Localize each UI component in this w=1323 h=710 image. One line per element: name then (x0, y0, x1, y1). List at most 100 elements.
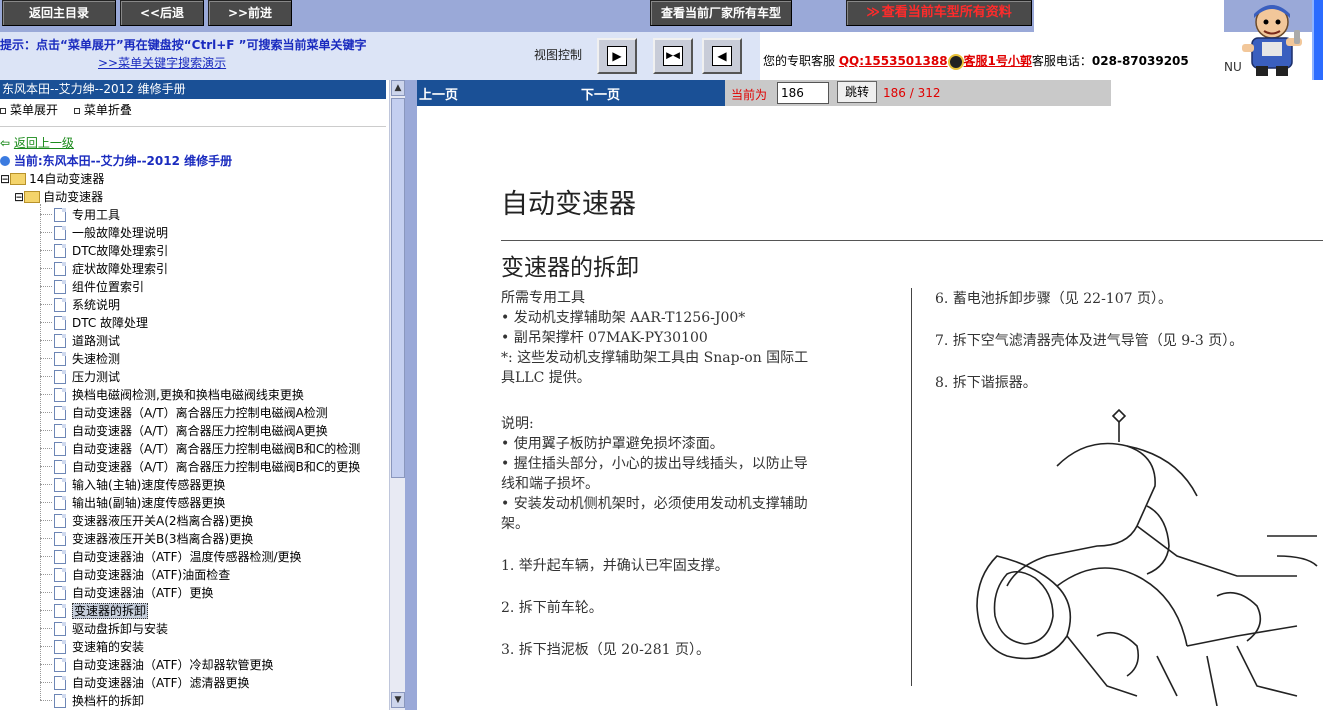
tree-item-label: 换档电磁阀检测,更换和换档电磁阀线束更换 (72, 388, 304, 402)
document-icon (54, 622, 66, 636)
back-button[interactable]: <<后退 (120, 0, 204, 26)
menu-title: 东风本田--艾力绅--2012 维修手册 (0, 80, 386, 99)
document-icon (54, 478, 66, 492)
info-row: 提示：点击“菜单展开”再在键盘按“Ctrl+F ”可搜索当前菜单关键字 >>菜单… (0, 32, 1323, 80)
customer-service: 您的专职客服 QQ:1553501388 客服1号小郭客服电话：028-87039… (763, 52, 1189, 70)
tree-item[interactable]: 输出轴(副轴)速度传感器更换 (40, 494, 225, 512)
column-divider (911, 288, 912, 686)
view-split-button[interactable]: ▶◀ (653, 38, 693, 74)
tree-item[interactable]: 失速检测 (40, 350, 120, 368)
menu-collapse[interactable]: 菜单折叠 (73, 103, 132, 117)
model-data-button[interactable]: ≫ 查看当前车型所有资料 (846, 0, 1032, 26)
doc-right-column: 6. 蓄电池拆卸步骤（见 22-107 页）。 7. 拆下空气滤清器壳体及进气导… (935, 288, 1323, 414)
tree-item[interactable]: 组件位置索引 (40, 278, 144, 296)
side-tab[interactable] (1312, 0, 1323, 80)
prev-page-link[interactable]: 上一页 (419, 84, 458, 103)
step-item: 7. 拆下空气滤清器壳体及进气导管（见 9-3 页）。 (935, 333, 1244, 349)
tree-item[interactable]: DTC故障处理索引 (40, 242, 168, 260)
tree-item[interactable]: 道路测试 (40, 332, 120, 350)
tree-back-row[interactable]: ⇦ 返回上一级 (0, 134, 74, 152)
phone-label: 客服电话： (1031, 54, 1092, 68)
tree-item[interactable]: 一般故障处理说明 (40, 224, 168, 242)
document-icon (54, 676, 66, 690)
tree-item-label: 症状故障处理索引 (72, 262, 169, 276)
tree-item-label: 自动变速器（A/T）离合器压力控制电磁阀A更换 (72, 424, 328, 438)
tree-item[interactable]: 变速器液压开关B(3档离合器)更换 (40, 530, 253, 548)
scroll-down-icon[interactable]: ▼ (391, 692, 405, 708)
globe-icon (0, 156, 10, 166)
menu-scrollbar[interactable]: ▲ ▼ (389, 80, 405, 710)
tree-item[interactable]: 变速器液压开关A(2档离合器)更换 (40, 512, 253, 530)
tree-item[interactable]: 系统说明 (40, 296, 120, 314)
step-item: 6. 蓄电池拆卸步骤（见 22-107 页）。 (935, 291, 1172, 307)
tree-item[interactable]: 自动变速器油（ATF）更换 (40, 584, 214, 602)
scroll-thumb[interactable] (391, 98, 405, 478)
document-icon (54, 496, 66, 510)
qq-link[interactable]: QQ:1553501388 (839, 54, 948, 68)
doc-subtitle: 变速器的拆卸 (501, 255, 639, 281)
document-icon (54, 550, 66, 564)
document-icon (54, 262, 66, 276)
tool-note: *: 这些发动机支撑辅助架工具由 Snap-on 国际工 (501, 350, 809, 366)
menu-expand-label: 菜单展开 (10, 103, 59, 117)
next-page-link[interactable]: 下一页 (581, 84, 620, 103)
tree-item-label: 自动变速器油（ATF）温度传感器检测/更换 (72, 550, 302, 564)
tree-folder-at[interactable]: ⊟ 自动变速器 (14, 188, 103, 206)
maker-models-button[interactable]: 查看当前厂家所有车型 (650, 0, 792, 26)
tree-item[interactable]: 换档电磁阀检测,更换和换档电磁阀线束更换 (40, 386, 304, 404)
document-icon (54, 298, 66, 312)
tree-item-label: 压力测试 (72, 370, 121, 384)
tree-folder-14[interactable]: ⊟ 14自动变速器 (0, 170, 104, 188)
tree-item[interactable]: 自动变速器（A/T）离合器压力控制电磁阀A更换 (40, 422, 328, 440)
back-arrow-icon: ⇦ (0, 136, 11, 150)
tree-item[interactable]: 输入轴(主轴)速度传感器更换 (40, 476, 225, 494)
tree-item-label: 变速器液压开关A(2档离合器)更换 (72, 514, 254, 528)
tree-item[interactable]: 自动变速器油（ATF）温度传感器检测/更换 (40, 548, 302, 566)
forward-button[interactable]: >>前进 (208, 0, 292, 26)
tree-item[interactable]: 自动变速器（A/T）离合器压力控制电磁阀B和C的更换 (40, 458, 360, 476)
tree-item[interactable]: 自动变速器油（ATF）滤清器更换 (40, 674, 250, 692)
document-icon (54, 586, 66, 600)
view-right-button[interactable]: ▶ (597, 38, 637, 74)
tree-current-row: 当前:东风本田--艾力绅--2012 维修手册 (0, 152, 232, 170)
tree-item[interactable]: 症状故障处理索引 (40, 260, 168, 278)
jump-button[interactable]: 跳转 (837, 81, 877, 103)
document-icon (54, 460, 66, 474)
tree-item[interactable]: 压力测试 (40, 368, 120, 386)
menu-expand[interactable]: 菜单展开 (0, 103, 58, 117)
tree-item[interactable]: 换档杆的拆卸 (40, 692, 144, 710)
tree-item[interactable]: 自动变速器（A/T）离合器压力控制电磁阀A检测 (40, 404, 328, 422)
tree-item-label: 输出轴(副轴)速度传感器更换 (72, 496, 226, 510)
back-link[interactable]: 返回上一级 (14, 136, 74, 150)
document-icon (54, 208, 66, 222)
service-prefix: 您的专职客服 (763, 54, 836, 68)
tree-item[interactable]: 变速器的拆卸 (40, 602, 149, 620)
tree-item[interactable]: 自动变速器油（ATF)油面检查 (40, 566, 230, 584)
right-arrow-icon: ▶ (607, 46, 627, 66)
agent-link[interactable]: 客服1号小郭 (964, 54, 1032, 68)
document-icon (54, 514, 66, 528)
tree-item[interactable]: 驱动盘拆卸与安装 (40, 620, 168, 638)
tree-item[interactable]: 专用工具 (40, 206, 120, 224)
tree-item-label: DTC故障处理索引 (72, 244, 169, 258)
page-number-input[interactable] (777, 82, 829, 104)
collapse-toggle-icon[interactable]: ⊟ (0, 172, 10, 186)
panel-divider[interactable] (405, 80, 417, 710)
tree-item[interactable]: 自动变速器油（ATF）冷却器软管更换 (40, 656, 274, 674)
tree-item[interactable]: 自动变速器（A/T）离合器压力控制电磁阀B和C的检测 (40, 440, 360, 458)
document-icon (54, 370, 66, 384)
tree-item[interactable]: 变速箱的安装 (40, 638, 144, 656)
document-icon (54, 568, 66, 582)
tree-item-label: 自动变速器（A/T）离合器压力控制电磁阀B和C的检测 (72, 442, 361, 456)
scroll-up-icon[interactable]: ▲ (391, 80, 405, 96)
view-left-button[interactable]: ◀ (702, 38, 742, 74)
page-nav-bar: 上一页 下一页 当前为 跳转 186 / 312 (417, 80, 1111, 106)
home-button[interactable]: 返回主目录 (2, 0, 116, 26)
search-demo-link[interactable]: >>菜单关键字搜索演示 (98, 54, 226, 71)
tree-item[interactable]: DTC 故障处理 (40, 314, 148, 332)
folder-icon (10, 173, 27, 185)
collapse-toggle-icon[interactable]: ⊟ (14, 190, 24, 204)
tool-item: • 发动机支撑辅助架 AAR-T1256-J00* (501, 310, 746, 326)
qq-penguin-icon[interactable] (947, 53, 964, 70)
document-icon (54, 352, 66, 366)
